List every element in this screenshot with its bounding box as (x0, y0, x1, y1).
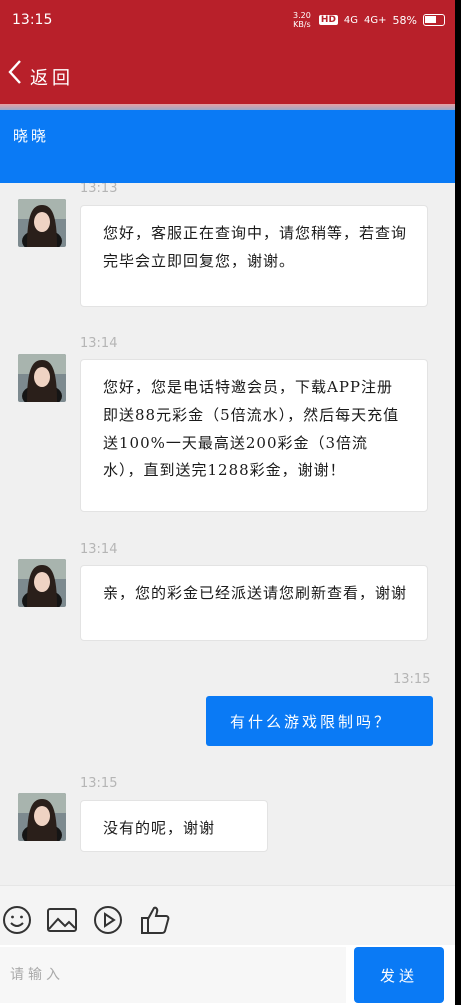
message-bubble: 亲，您的彩金已经派送请您刷新查看，谢谢 (80, 565, 428, 641)
message-bubble: 您好，您是电话特邀会员，下载APP注册即送88元彩金（5倍流水），然后每天充值送… (80, 359, 428, 512)
composer-toolbar (0, 885, 455, 945)
message-bubble-outgoing: 有什么游戏限制吗？ (206, 696, 433, 746)
battery-icon (423, 14, 445, 26)
thumbs-up-icon[interactable] (139, 904, 171, 936)
status-bar: 13:15 3.20 KB/s HD 4G 4G+ 58% (0, 0, 455, 44)
avatar[interactable] (18, 199, 66, 247)
hd-badge: HD (318, 15, 338, 25)
contact-name: 晓晓 (13, 127, 50, 145)
back-label[interactable]: 返回 (30, 64, 74, 90)
image-icon[interactable] (46, 904, 78, 936)
message-timestamp: 13:14 (80, 336, 118, 351)
chat-screen: 13:15 3.20 KB/s HD 4G 4G+ 58% 返回 晓晓 13:1… (0, 0, 455, 1005)
avatar[interactable] (18, 793, 66, 841)
composer: 发送 (0, 945, 455, 1005)
screen-edge (455, 0, 461, 1005)
signal-icon-1: 4G (343, 14, 359, 26)
message-bubble: 没有的呢，谢谢 (80, 800, 268, 852)
battery-percent: 58% (392, 13, 417, 27)
emoji-icon[interactable] (1, 904, 33, 936)
message-timestamp: 13:14 (80, 542, 118, 557)
avatar[interactable] (18, 559, 66, 607)
message-timestamp: 13:15 (393, 672, 431, 687)
message-bubble: 您好，客服正在查询中，请您稍等，若查询完毕会立即回复您，谢谢。 (80, 205, 428, 307)
avatar[interactable] (18, 354, 66, 402)
message-list[interactable]: 13:13 您好，客服正在查询中，请您稍等，若查询完毕会立即回复您，谢谢。 13… (0, 183, 455, 885)
status-indicators: 3.20 KB/s HD 4G 4G+ 58% (291, 11, 445, 29)
chevron-left-icon[interactable] (4, 56, 28, 88)
send-button[interactable]: 发送 (354, 947, 444, 1003)
message-timestamp: 13:15 (80, 776, 118, 791)
signal-icon-2: 4G+ (364, 14, 387, 26)
message-input[interactable] (0, 947, 346, 1003)
contact-bar: 晓晓 (0, 110, 455, 183)
message-timestamp: 13:13 (80, 183, 118, 196)
video-play-icon[interactable] (92, 904, 124, 936)
status-time: 13:15 (12, 12, 53, 28)
network-speed: 3.20 KB/s (293, 11, 311, 29)
nav-bar: 返回 (0, 44, 455, 104)
